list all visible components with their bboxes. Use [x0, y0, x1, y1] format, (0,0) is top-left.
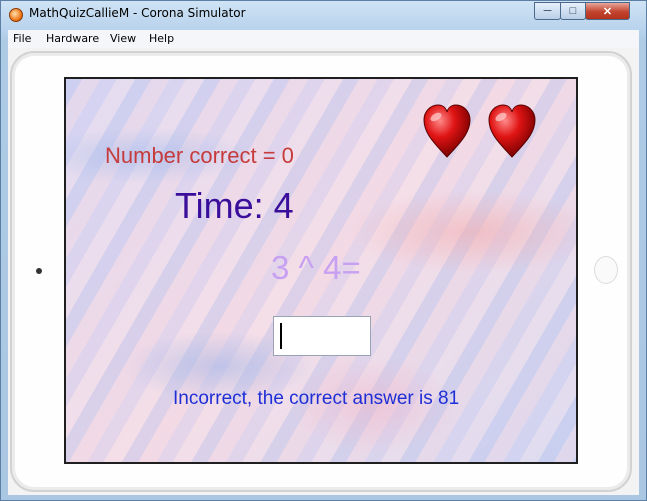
menu-file[interactable]: File: [13, 32, 31, 45]
minimize-button[interactable]: ─: [534, 2, 561, 20]
close-button[interactable]: ✕: [585, 2, 630, 20]
maximize-button[interactable]: □: [560, 2, 586, 20]
menu-view[interactable]: View: [110, 32, 136, 45]
menu-help[interactable]: Help: [149, 32, 174, 45]
number-correct-label: Number correct = 0: [105, 143, 294, 168]
simulator-window: MathQuizCallieM - Corona Simulator ─ □ ✕…: [0, 0, 647, 501]
heart-life-icon: [423, 104, 471, 158]
title-bar[interactable]: MathQuizCallieM - Corona Simulator ─ □ ✕: [1, 1, 646, 29]
camera-icon: [36, 268, 42, 274]
heart-life-icon: [488, 104, 536, 158]
window-title: MathQuizCallieM - Corona Simulator: [29, 6, 246, 20]
maximize-icon: □: [569, 5, 577, 17]
feedback-label: Incorrect, the correct answer is 81: [173, 388, 460, 409]
menu-bar: File Hardware View Help: [8, 30, 639, 49]
timer-label: Time: 4: [175, 185, 294, 226]
corona-app-icon: [9, 8, 23, 22]
game-screen: Number correct = 0 Time: 4 3 ^ 4= Incorr…: [64, 77, 578, 464]
home-button[interactable]: [594, 256, 618, 284]
minimize-icon: ─: [543, 5, 552, 17]
close-icon: ✕: [602, 5, 613, 18]
question-label: 3 ^ 4=: [271, 249, 361, 286]
menu-hardware[interactable]: Hardware: [46, 32, 99, 45]
answer-input[interactable]: [273, 316, 371, 356]
text-caret: [280, 323, 282, 349]
